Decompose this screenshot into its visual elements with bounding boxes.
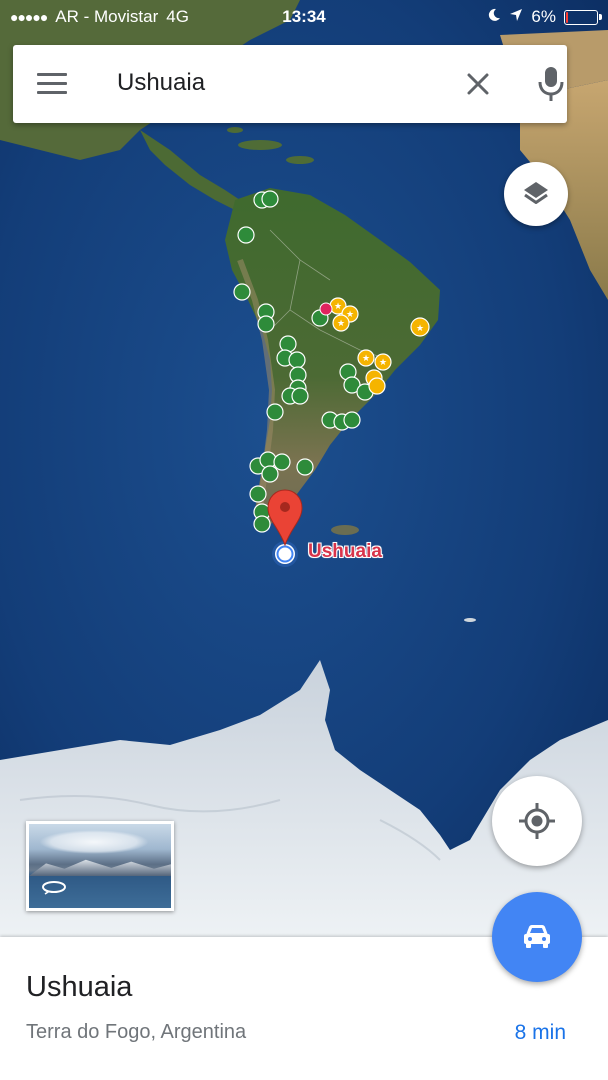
status-right: 6% xyxy=(487,7,602,27)
network-label: 4G xyxy=(166,7,189,26)
battery-icon xyxy=(564,9,602,25)
menu-button[interactable] xyxy=(37,67,77,101)
battery-percent: 6% xyxy=(531,7,556,26)
location-arrow-icon xyxy=(509,7,523,27)
map-place-label[interactable]: Ushuaia xyxy=(308,541,382,563)
svg-text:★: ★ xyxy=(346,310,354,320)
svg-text:★: ★ xyxy=(362,354,370,364)
close-icon xyxy=(467,73,489,95)
svg-text:★: ★ xyxy=(379,358,387,368)
place-subtitle: Terra do Fogo, Argentina xyxy=(26,1021,247,1043)
photo-mountains xyxy=(29,859,171,876)
search-input[interactable] xyxy=(117,63,437,103)
directions-button[interactable] xyxy=(492,892,582,982)
menu-icon-line xyxy=(37,73,67,76)
status-left: ●●●●● AR - Movistar 4G xyxy=(10,7,189,27)
svg-text:★: ★ xyxy=(416,324,424,334)
place-title: Ushuaia xyxy=(26,971,133,1003)
battery-level xyxy=(566,11,568,23)
menu-icon-line xyxy=(37,82,67,85)
status-bar: ●●●●● AR - Movistar 4G 13:34 6% xyxy=(0,0,608,36)
do-not-disturb-moon-icon xyxy=(487,7,501,27)
layers-icon xyxy=(524,182,548,204)
clear-search-button[interactable] xyxy=(459,65,497,103)
voice-search-button[interactable] xyxy=(533,63,569,105)
map-layers-button[interactable] xyxy=(504,162,568,226)
car-icon xyxy=(524,925,550,948)
travel-time[interactable]: 8 min xyxy=(515,1021,566,1045)
place-photo-thumbnail[interactable] xyxy=(26,821,174,911)
svg-text:★: ★ xyxy=(337,319,345,329)
signal-strength-icon: ●●●●● xyxy=(10,9,48,25)
carrier-label: AR - Movistar xyxy=(55,7,159,26)
svg-text:★: ★ xyxy=(334,302,342,312)
crosshair-location-icon xyxy=(519,803,555,839)
my-location-button[interactable] xyxy=(492,776,582,866)
360-view-icon xyxy=(41,879,67,900)
search-bar xyxy=(13,45,567,123)
menu-icon-line xyxy=(37,91,67,94)
microphone-icon xyxy=(538,67,564,101)
photo-clouds xyxy=(39,830,149,854)
